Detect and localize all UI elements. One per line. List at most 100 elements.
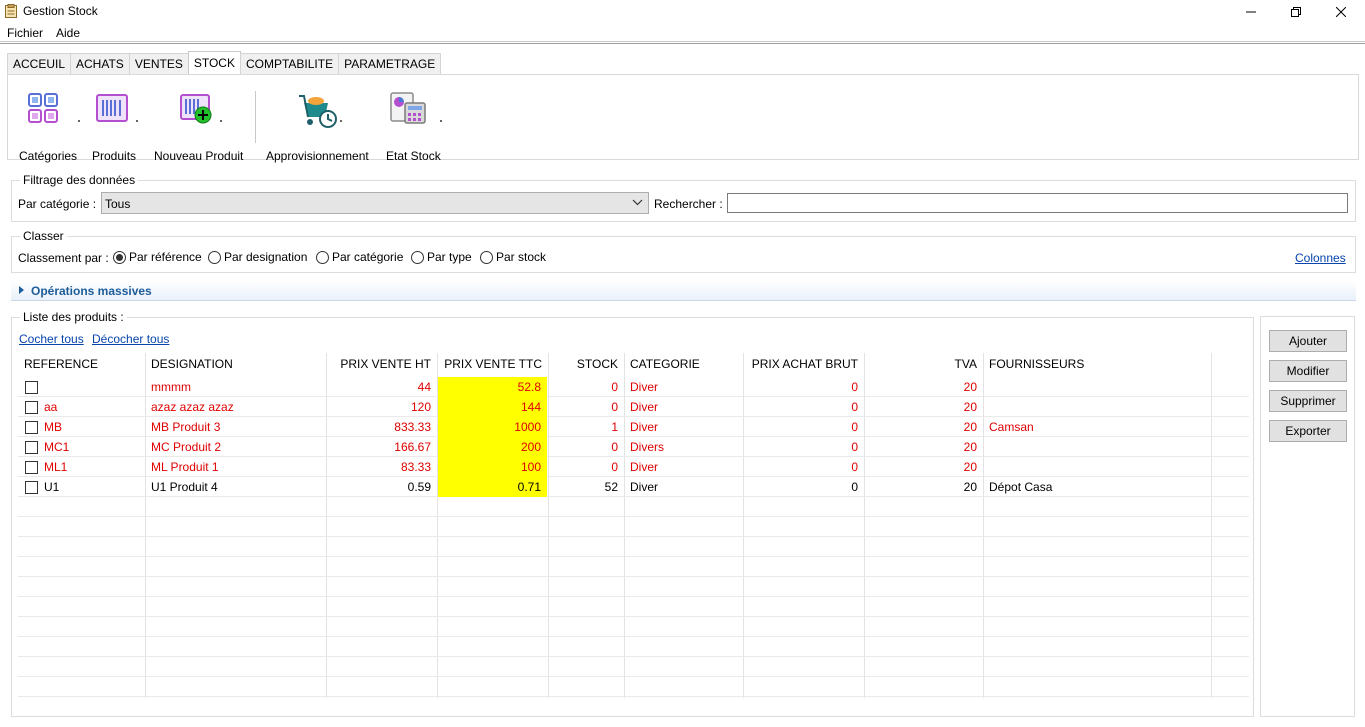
- main-tabs: ACCEUIL ACHATS VENTES STOCK COMPTABILITE…: [7, 51, 442, 74]
- cell-stock: 0: [611, 400, 618, 414]
- tab-stock[interactable]: STOCK: [187, 51, 241, 74]
- row-checkbox[interactable]: [25, 401, 38, 414]
- col-designation[interactable]: DESIGNATION: [145, 353, 326, 377]
- menu-separator: [0, 43, 1365, 44]
- sort-option-stock[interactable]: Par stock: [480, 250, 546, 264]
- menu-bar: Fichier Aide: [0, 24, 1365, 42]
- cell-fournisseur: Camsan: [989, 420, 1034, 434]
- cell-fournisseur: [983, 397, 1211, 417]
- col-stock[interactable]: STOCK: [548, 353, 624, 377]
- cell-designation: mmmm: [151, 380, 191, 394]
- table-row: [18, 497, 1249, 517]
- cell-tva: 20: [963, 400, 977, 414]
- cell-ref: ML1: [44, 460, 68, 474]
- cell-categorie: Diver: [630, 480, 659, 494]
- col-prix-vente-ht[interactable]: PRIX VENTE HT: [326, 353, 437, 377]
- table-row: [18, 677, 1249, 697]
- products-table: REFERENCE DESIGNATION PRIX VENTE HT PRIX…: [18, 353, 1249, 698]
- bulk-operations-header[interactable]: Opérations massives: [11, 281, 1356, 301]
- col-reference[interactable]: REFERENCE: [18, 353, 145, 377]
- edit-button[interactable]: Modifier: [1269, 360, 1347, 382]
- row-checkbox[interactable]: [25, 461, 38, 474]
- col-prix-achat-brut[interactable]: PRIX ACHAT BRUT: [743, 353, 864, 377]
- cell-ref: [38, 377, 145, 397]
- approvisionnement-label: Approvisionnement: [266, 149, 369, 163]
- export-button[interactable]: Exporter: [1269, 420, 1347, 442]
- cell-pvht: 0.59: [407, 480, 431, 494]
- menu-aide[interactable]: Aide: [56, 26, 80, 40]
- barcode-icon: [96, 94, 128, 122]
- cell-designation: MC Produit 2: [151, 440, 222, 454]
- tab-acceuil[interactable]: ACCEUIL: [7, 53, 72, 74]
- menu-fichier[interactable]: Fichier: [7, 26, 43, 40]
- tab-achats[interactable]: ACHATS: [70, 53, 130, 74]
- search-input[interactable]: [727, 193, 1348, 213]
- cell-designation: ML Produit 1: [151, 460, 219, 474]
- cell-fournisseur: [983, 377, 1211, 397]
- cell-designation: MB Produit 3: [151, 420, 221, 434]
- sort-option-label: Par catégorie: [332, 250, 404, 264]
- categories-icon: [28, 93, 58, 123]
- add-product-icon: [180, 94, 212, 124]
- col-categorie[interactable]: CATEGORIE: [624, 353, 743, 377]
- row-checkbox[interactable]: [25, 381, 38, 394]
- cell-categorie: Diver: [630, 400, 659, 414]
- col-prix-vente-ttc[interactable]: PRIX VENTE TTC: [437, 353, 548, 377]
- table-row: [18, 537, 1249, 557]
- sort-option-type[interactable]: Par type: [411, 250, 472, 264]
- tab-parametrage[interactable]: PARAMETRAGE: [338, 53, 442, 74]
- cell-pvttc: 0.71: [438, 477, 547, 497]
- table-row[interactable]: aa azaz azaz azaz 120 144 0 Diver 0 20: [18, 397, 1249, 417]
- cell-pvht: 120: [410, 400, 431, 414]
- filter-group-title: Filtrage des données: [20, 173, 139, 187]
- product-list-title: Liste des produits :: [20, 310, 127, 324]
- cell-pvttc: 1000: [438, 417, 547, 437]
- restore-button[interactable]: [1273, 0, 1319, 24]
- check-all-link[interactable]: Cocher tous: [19, 332, 84, 346]
- add-button[interactable]: Ajouter: [1269, 330, 1347, 352]
- cell-pvht: 44: [417, 380, 431, 394]
- row-checkbox[interactable]: [25, 441, 38, 454]
- delete-button[interactable]: Supprimer: [1269, 390, 1347, 412]
- uncheck-all-link[interactable]: Décocher tous: [92, 332, 169, 346]
- ribbon-dot: [220, 120, 222, 122]
- ribbon-dot: [78, 120, 80, 122]
- category-filter-select[interactable]: Tous: [101, 192, 649, 214]
- sort-option-categorie[interactable]: Par catégorie: [316, 250, 403, 264]
- report-icon: [390, 92, 426, 124]
- close-button[interactable]: [1318, 0, 1364, 24]
- cell-tva: 20: [963, 460, 977, 474]
- sort-label: Classement par :: [18, 251, 109, 265]
- cell-stock: 0: [611, 380, 618, 394]
- col-tva[interactable]: TVA: [864, 353, 983, 377]
- minimize-button[interactable]: [1228, 0, 1274, 24]
- cell-pvttc: 144: [438, 397, 547, 417]
- col-fournisseurs[interactable]: FOURNISSEURS: [983, 353, 1211, 377]
- close-icon: [1336, 7, 1346, 17]
- expand-arrow-icon: [19, 286, 24, 294]
- cell-pvht: 83.33: [400, 460, 431, 474]
- cart-icon: [299, 95, 337, 128]
- tab-ventes[interactable]: VENTES: [128, 53, 189, 74]
- cell-achat: 0: [851, 400, 858, 414]
- cell-stock: 1: [611, 420, 618, 434]
- table-row[interactable]: U1 U1 Produit 4 0.59 0.71 52 Diver 0 20 Dépot Ca…: [18, 477, 1249, 497]
- table-row[interactable]: mmmm 44 52.8 0 Diver 0 20: [18, 377, 1249, 397]
- table-row[interactable]: MB MB Produit 3 833.33 1000 1 Diver 0 20 Camsan: [18, 417, 1249, 437]
- sort-option-designation[interactable]: Par designation: [208, 250, 307, 264]
- row-checkbox[interactable]: [25, 421, 38, 434]
- sort-option-reference[interactable]: Par référence: [113, 250, 202, 264]
- cell-tva: 20: [963, 380, 977, 394]
- tab-comptabilite[interactable]: COMPTABILITE: [239, 53, 340, 74]
- cell-fournisseur: Dépot Casa: [989, 480, 1053, 494]
- table-row: [18, 637, 1249, 657]
- title-bar: Gestion Stock: [0, 0, 1365, 24]
- restore-icon: [1291, 7, 1301, 17]
- ribbon-dot: [136, 120, 138, 122]
- table-row: [18, 597, 1249, 617]
- cell-designation: azaz azaz azaz: [151, 400, 234, 414]
- table-row[interactable]: ML1 ML Produit 1 83.33 100 0 Diver 0 20: [18, 457, 1249, 477]
- columns-link[interactable]: Colonnes: [1295, 251, 1346, 265]
- row-checkbox[interactable]: [25, 481, 38, 494]
- table-row[interactable]: MC1 MC Produit 2 166.67 200 0 Divers 0 20: [18, 437, 1249, 457]
